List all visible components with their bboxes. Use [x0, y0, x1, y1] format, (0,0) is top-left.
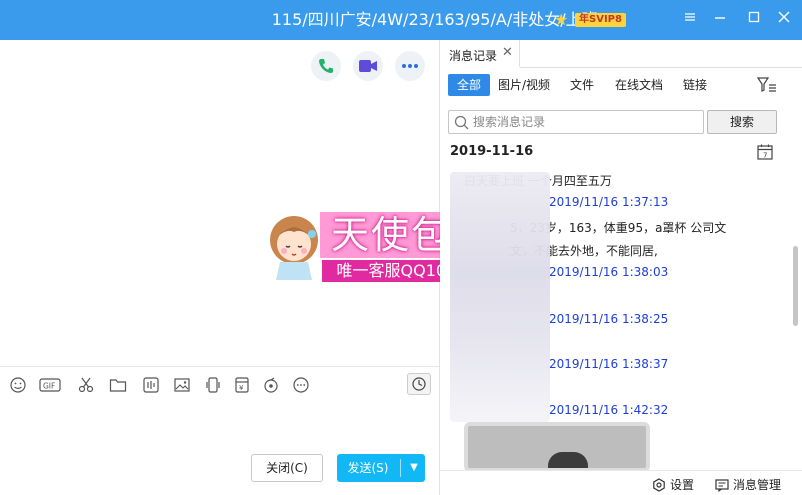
history-footer: 设置 消息管理 [440, 470, 802, 495]
message-manage-icon [715, 478, 729, 492]
send-options-chevron-icon[interactable]: ▼ [403, 454, 425, 482]
chat-more-button[interactable] [395, 51, 425, 81]
message-image[interactable] [464, 422, 650, 472]
more-icon [402, 64, 418, 68]
input-toolbar: GIF ¥ [0, 366, 439, 402]
close-icon[interactable] [774, 10, 794, 30]
message-timestamp: 2019/11/16 1:38:37 [549, 357, 669, 371]
music-icon[interactable] [261, 375, 281, 395]
settings-button[interactable]: 设置 [652, 476, 694, 493]
filter-icon[interactable] [757, 76, 777, 94]
tab-history[interactable]: 消息记录 ✕ [440, 40, 520, 68]
scrollbar-thumb[interactable] [793, 246, 798, 326]
video-call-icon [359, 60, 377, 72]
filter-all[interactable]: 全部 [448, 74, 491, 96]
tab-close-icon[interactable]: ✕ [502, 45, 513, 60]
gear-icon [653, 477, 665, 492]
folder-icon[interactable] [108, 375, 128, 395]
filter-files[interactable]: 文件 [570, 74, 594, 96]
message-timestamp: 2019/11/16 1:42:32 [549, 403, 669, 417]
search-box [448, 110, 704, 134]
voice-call-icon [319, 59, 333, 73]
toolbar-more-icon[interactable] [291, 375, 311, 395]
blurred-avatar-area [450, 172, 550, 422]
photo-content [548, 452, 588, 468]
scissors-icon[interactable] [76, 375, 96, 395]
svg-text:GIF: GIF [43, 382, 55, 391]
message-manager-button[interactable]: 消息管理 [715, 476, 781, 493]
filter-links[interactable]: 链接 [683, 74, 707, 96]
svg-text:¥: ¥ [239, 384, 244, 392]
message-timestamp: 2019/11/16 1:38:25 [549, 312, 669, 326]
send-divider [400, 459, 401, 477]
red-packet-icon[interactable]: ¥ [232, 375, 252, 395]
history-icon [412, 377, 426, 391]
minimize-icon[interactable] [710, 10, 730, 30]
more-icon[interactable] [680, 10, 700, 30]
gif-icon[interactable]: GIF [39, 375, 61, 395]
history-button[interactable] [407, 373, 431, 395]
history-panel: 消息记录 ✕ 全部 图片/视频 文件 在线文档 链接 搜索 2019-11-16… [440, 40, 802, 495]
vip-badge: 年SVIP8 [575, 13, 626, 27]
date-header: 2019-11-16 [450, 144, 534, 159]
sticker-icon[interactable] [141, 375, 161, 395]
message-timestamp: 2019/11/16 1:37:13 [549, 195, 669, 209]
cartoon-girl-icon [270, 216, 318, 280]
emoji-icon[interactable] [8, 375, 28, 395]
vip-star-icon: ★ [554, 10, 569, 29]
tab-history-label: 消息记录 [449, 49, 498, 63]
calendar-icon[interactable]: 7 [756, 143, 774, 161]
svg-text:7: 7 [763, 152, 767, 160]
search-input[interactable] [473, 113, 701, 131]
send-button[interactable]: 发送(S) ▼ [337, 454, 425, 482]
maximize-icon[interactable] [744, 10, 764, 30]
voice-call-button[interactable] [311, 51, 341, 81]
message-manager-label: 消息管理 [733, 478, 782, 492]
tab-divider [520, 67, 802, 68]
image-icon[interactable] [172, 375, 192, 395]
send-button-label: 发送(S) [347, 461, 389, 475]
message-timestamp: 2019/11/16 1:38:03 [549, 265, 669, 279]
search-icon [454, 115, 469, 130]
filter-docs[interactable]: 在线文档 [615, 74, 663, 96]
settings-label: 设置 [670, 478, 695, 492]
title-bar: 115/四川广安/4W/23/163/95/A/非处女/上班/... ★ 年SV… [0, 0, 802, 40]
search-button[interactable]: 搜索 [707, 110, 777, 134]
video-call-button[interactable] [353, 51, 383, 81]
phone-screen-icon[interactable] [203, 375, 223, 395]
filter-media[interactable]: 图片/视频 [498, 74, 550, 96]
close-button[interactable]: 关闭(C) [251, 454, 323, 482]
